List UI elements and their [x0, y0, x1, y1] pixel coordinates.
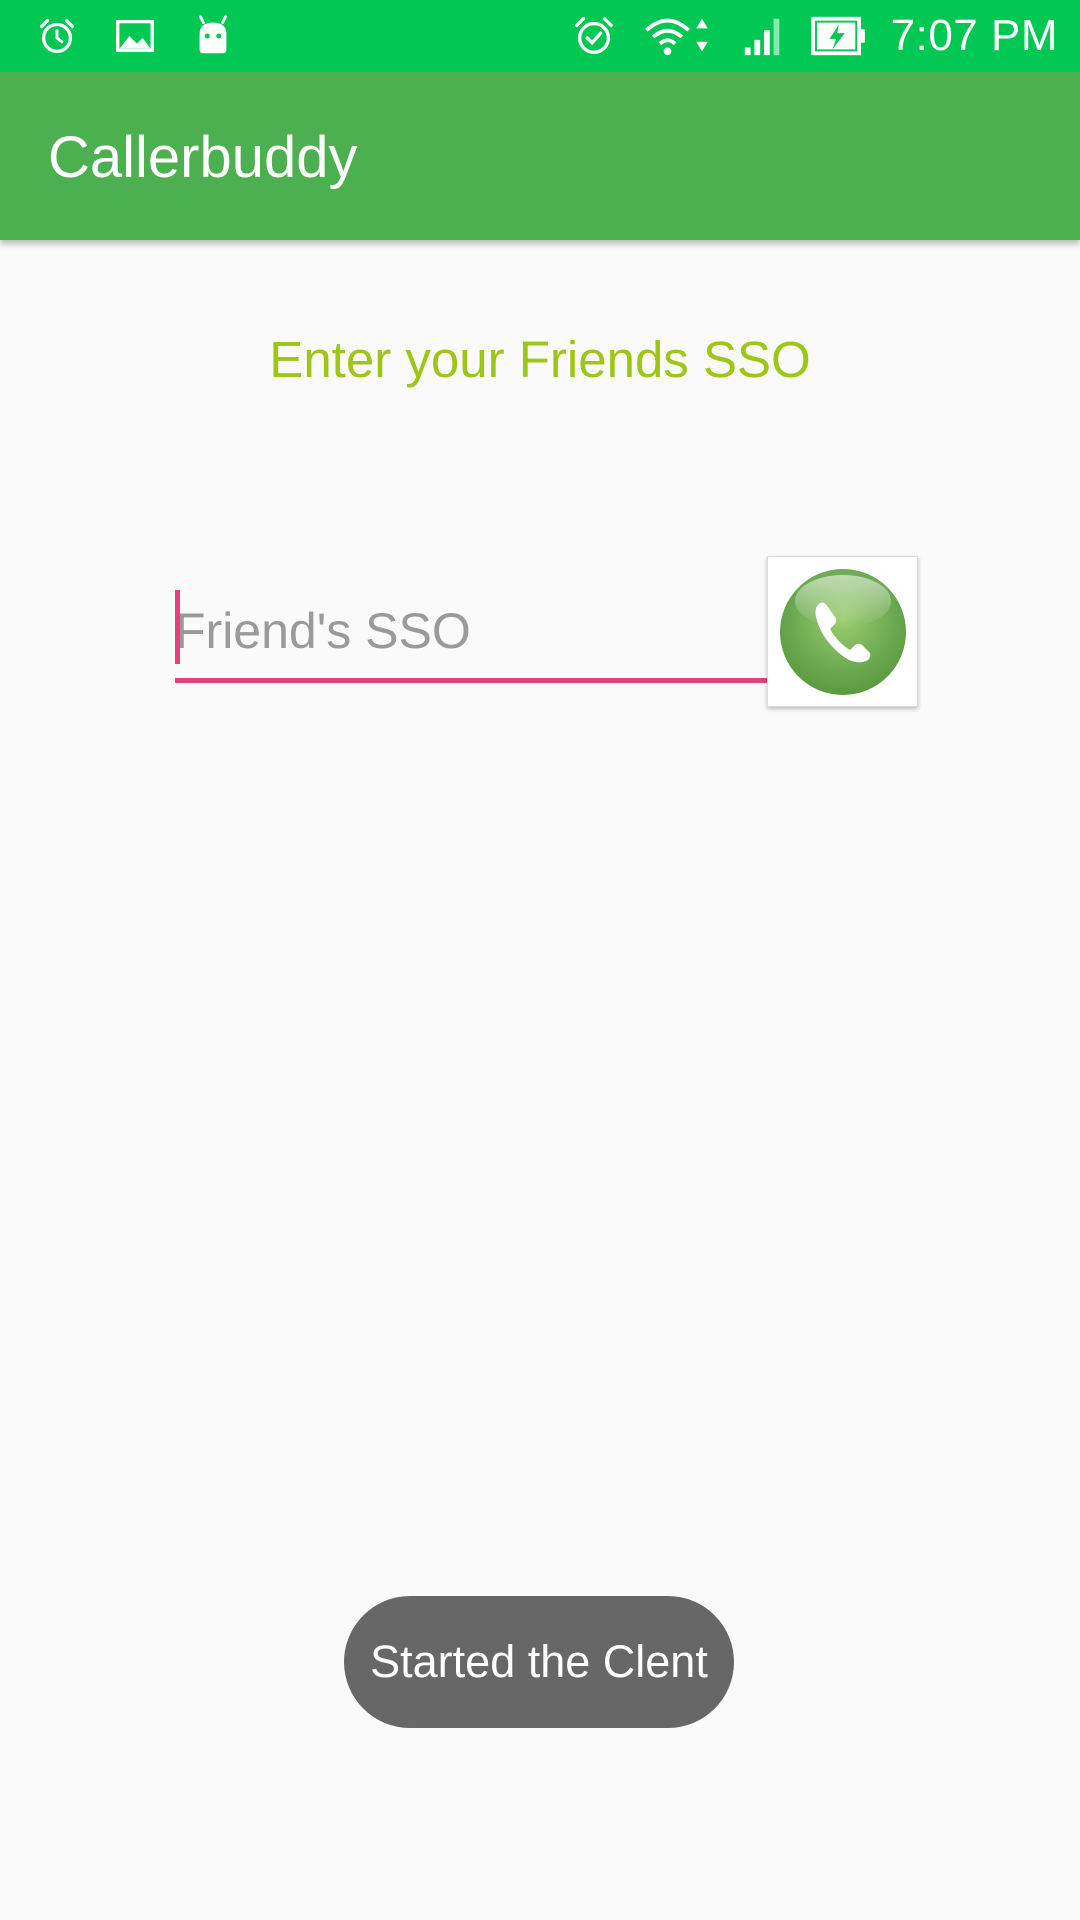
phone-icon	[779, 568, 906, 695]
status-time: 7:07 PM	[890, 11, 1058, 60]
status-bar: 7:07 PM	[0, 0, 1080, 72]
app-title: Callerbuddy	[48, 125, 358, 190]
call-button[interactable]	[767, 556, 918, 707]
wifi-icon	[639, 13, 719, 59]
toast-message: Started the Clent	[344, 1596, 734, 1728]
signal-icon	[741, 13, 787, 59]
battery-charging-icon	[809, 13, 869, 59]
alarm-clock-icon	[34, 13, 80, 59]
status-bar-notifications	[34, 12, 236, 60]
status-bar-system: 7:07 PM	[571, 11, 1058, 60]
image-icon	[112, 13, 158, 59]
app-bar: Callerbuddy	[0, 72, 1080, 240]
text-cursor	[175, 590, 180, 664]
sso-prompt-label: Enter your Friends SSO	[269, 331, 811, 388]
android-icon	[190, 13, 236, 59]
sso-input-underline	[175, 678, 767, 683]
sso-field[interactable]	[175, 590, 767, 686]
alarm-check-icon	[571, 13, 617, 59]
sso-input[interactable]	[175, 590, 765, 672]
